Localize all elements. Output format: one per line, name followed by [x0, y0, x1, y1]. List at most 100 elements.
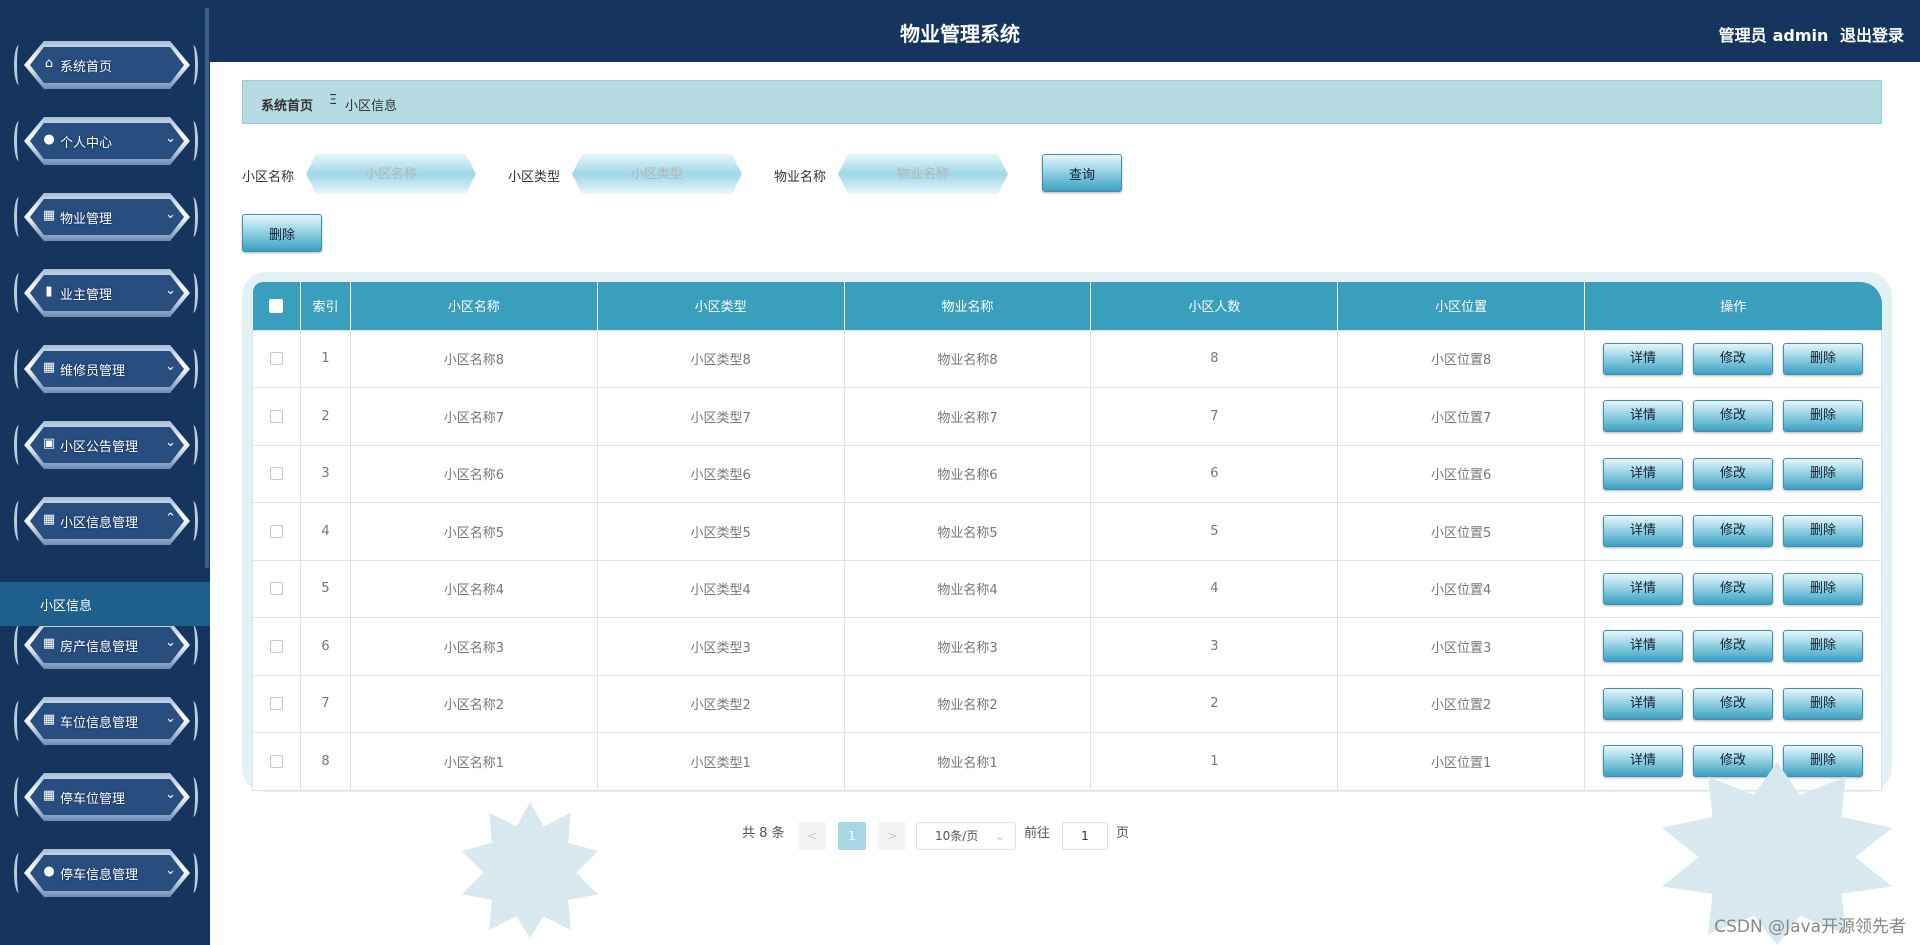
table-row: 1 小区名称8 小区类型8 物业名称8 8 小区位置8 详情 修改 删除 — [252, 329, 1882, 388]
detail-button[interactable]: 详情 — [1603, 687, 1684, 720]
row-select-cell[interactable] — [252, 329, 301, 388]
edit-button[interactable]: 修改 — [1693, 515, 1774, 548]
header-name: 小区名称 — [350, 282, 598, 330]
delete-button[interactable]: 删除 — [1783, 457, 1864, 490]
logout-link[interactable]: 退出登录 — [1840, 26, 1904, 45]
page-1-button[interactable]: 1 — [838, 822, 866, 850]
sidebar-scrollbar[interactable] — [205, 8, 209, 568]
sidebar-item-0[interactable]: ⌂ 系统首页 — [14, 37, 198, 93]
prev-page-button[interactable]: < — [798, 822, 826, 850]
sidebar: ⌂ 系统首页 ● 个人中心 ⌄ ▦ 物业管理 ⌄ ▮ 业主管理 ⌄ ▦ 维修员管理 ⌄ ▣ 小区公告管理 ⌄ ▦ 小… — [0, 0, 210, 945]
row-checkbox[interactable] — [269, 582, 283, 596]
sidebar-item-4[interactable]: ▦ 维修员管理 ⌄ — [14, 341, 198, 397]
row-select-cell[interactable] — [252, 617, 301, 676]
table-row: 4 小区名称5 小区类型5 物业名称5 5 小区位置5 详情 修改 删除 — [252, 502, 1882, 561]
sidebar-item-label: 小区信息管理 — [60, 516, 139, 531]
type-search-input[interactable] — [586, 160, 728, 188]
query-button[interactable]: 查询 — [1042, 154, 1122, 192]
batch-delete-button[interactable]: 删除 — [242, 214, 322, 252]
cell-property: 物业名称2 — [843, 674, 1092, 733]
select-all-checkbox[interactable] — [269, 298, 284, 313]
row-checkbox[interactable] — [269, 352, 283, 366]
edit-button[interactable]: 修改 — [1693, 745, 1774, 778]
breadcrumb-separator-icon: Ξ — [329, 93, 338, 108]
detail-button[interactable]: 详情 — [1603, 457, 1684, 490]
cell-count: 7 — [1090, 387, 1339, 446]
cell-property: 物业名称5 — [843, 502, 1092, 561]
cell-name: 小区名称1 — [349, 732, 598, 791]
sidebar-item-2[interactable]: ▦ 物业管理 ⌄ — [14, 189, 198, 245]
name-search-input[interactable] — [320, 160, 462, 188]
row-select-cell[interactable] — [252, 444, 301, 503]
cell-index: 4 — [299, 502, 351, 561]
detail-button[interactable]: 详情 — [1603, 515, 1684, 548]
row-select-cell[interactable] — [252, 559, 301, 618]
menu-wing-right — [188, 625, 198, 665]
detail-button[interactable]: 详情 — [1603, 342, 1684, 375]
edit-button[interactable]: 修改 — [1693, 457, 1774, 490]
menu-wing-right — [188, 273, 198, 313]
edit-button[interactable]: 修改 — [1693, 342, 1774, 375]
row-select-cell[interactable] — [252, 674, 301, 733]
header-actions: 操作 — [1584, 282, 1882, 330]
delete-button[interactable]: 删除 — [1783, 400, 1864, 433]
select-all-header[interactable] — [252, 282, 301, 330]
sidebar-item-label: 房产信息管理 — [60, 640, 139, 655]
edit-button[interactable]: 修改 — [1693, 687, 1774, 720]
property-search-input[interactable] — [852, 160, 994, 188]
cell-actions: 详情 修改 删除 — [1584, 387, 1882, 446]
detail-button[interactable]: 详情 — [1603, 630, 1684, 663]
menu-wing-right — [188, 501, 198, 541]
row-checkbox[interactable] — [269, 639, 283, 653]
row-select-cell[interactable] — [252, 502, 301, 561]
delete-button[interactable]: 删除 — [1783, 630, 1864, 663]
sidebar-item-5[interactable]: ▣ 小区公告管理 ⌄ — [14, 417, 198, 473]
data-table-container: 索引 小区名称 小区类型 物业名称 小区人数 小区位置 操作 1 小区名称8 小区类… — [242, 272, 1892, 792]
delete-button[interactable]: 删除 — [1783, 342, 1864, 375]
row-checkbox[interactable] — [269, 409, 283, 423]
sidebar-item-10[interactable]: ● 停车信息管理 ⌄ — [14, 845, 198, 901]
sidebar-item-9[interactable]: ▦ 停车位管理 ⌄ — [14, 769, 198, 825]
cell-actions: 详情 修改 删除 — [1584, 617, 1882, 676]
cell-actions: 详情 修改 删除 — [1584, 329, 1882, 388]
row-select-cell[interactable] — [252, 732, 301, 791]
edit-button[interactable]: 修改 — [1693, 400, 1774, 433]
edit-button[interactable]: 修改 — [1693, 630, 1774, 663]
cell-index: 8 — [299, 732, 351, 791]
sidebar-item-6[interactable]: ▦ 小区信息管理 ⌃ — [14, 493, 198, 549]
row-checkbox[interactable] — [269, 754, 283, 768]
row-checkbox[interactable] — [269, 467, 283, 481]
next-page-button[interactable]: > — [878, 822, 906, 850]
detail-button[interactable]: 详情 — [1603, 572, 1684, 605]
property-search-field[interactable] — [838, 154, 1008, 194]
delete-button[interactable]: 删除 — [1783, 745, 1864, 778]
cell-index: 2 — [299, 387, 351, 446]
goto-page-input[interactable]: 1 — [1062, 822, 1108, 850]
breadcrumb-home[interactable]: 系统首页 — [261, 95, 313, 114]
type-search-field[interactable] — [572, 154, 742, 194]
table-header-row: 索引 小区名称 小区类型 物业名称 小区人数 小区位置 操作 — [252, 282, 1882, 330]
delete-button[interactable]: 删除 — [1783, 687, 1864, 720]
sidebar-item-3[interactable]: ▮ 业主管理 ⌄ — [14, 265, 198, 321]
page-size-select[interactable]: 10条/页 ⌄ — [916, 822, 1016, 850]
delete-button[interactable]: 删除 — [1783, 515, 1864, 548]
detail-button[interactable]: 详情 — [1603, 400, 1684, 433]
row-checkbox[interactable] — [269, 524, 283, 538]
sidebar-item-8[interactable]: ▦ 车位信息管理 ⌄ — [14, 693, 198, 749]
row-checkbox[interactable] — [269, 697, 283, 711]
cell-actions: 详情 修改 删除 — [1584, 444, 1882, 503]
delete-button[interactable]: 删除 — [1783, 572, 1864, 605]
cell-type: 小区类型6 — [596, 444, 845, 503]
goto-prefix: 前往 — [1024, 826, 1051, 841]
name-search-field[interactable] — [306, 154, 476, 194]
cell-index: 6 — [299, 617, 351, 676]
row-select-cell[interactable] — [252, 387, 301, 446]
edit-button[interactable]: 修改 — [1693, 572, 1774, 605]
submenu-item-community-info[interactable]: 小区信息 — [0, 582, 210, 626]
sidebar-item-1[interactable]: ● 个人中心 ⌄ — [14, 113, 198, 169]
cell-type: 小区类型1 — [596, 732, 845, 791]
menu-wing-left — [14, 273, 24, 313]
cell-type: 小区类型5 — [596, 502, 845, 561]
detail-button[interactable]: 详情 — [1603, 745, 1684, 778]
cell-location: 小区位置8 — [1337, 329, 1586, 388]
